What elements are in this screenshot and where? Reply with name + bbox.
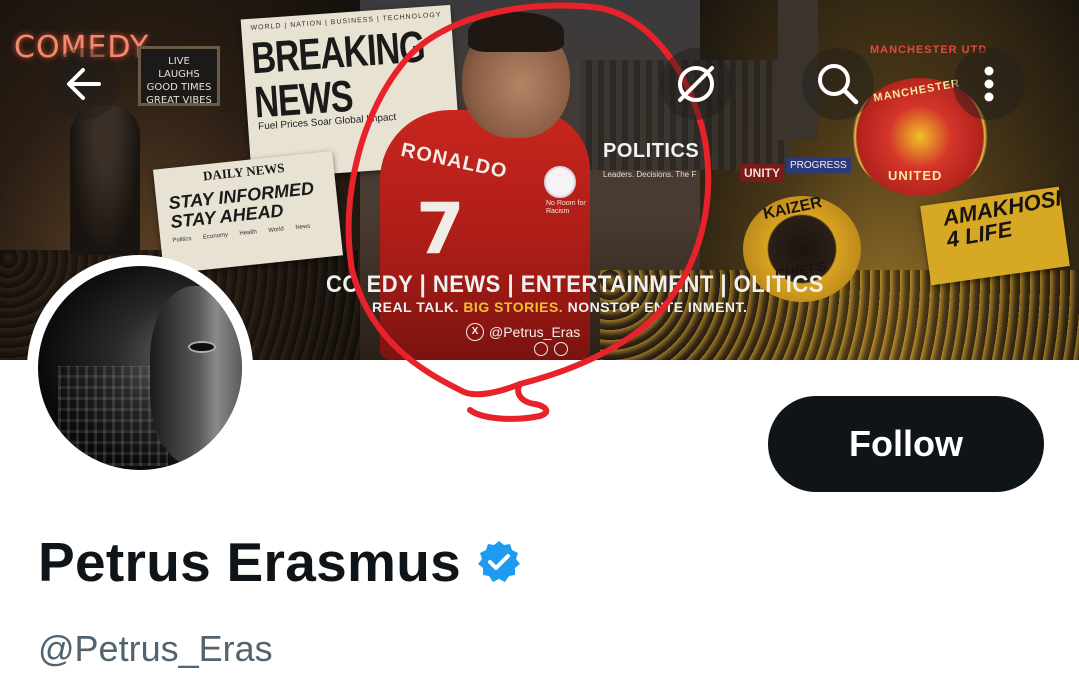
paper-headline: BREAKING NEWS <box>249 22 427 128</box>
shirt-number: 7 <box>416 188 465 270</box>
grok-button[interactable] <box>660 48 732 120</box>
verified-badge-icon[interactable] <box>475 538 523 586</box>
man-utd-crest-bottom-text: UNITED <box>888 168 943 183</box>
banner-tagline: CO EDY | NEWS | ENTERTAINMENT | OLITICS <box>326 270 824 298</box>
sub-part: NONSTOP ENTE INMENT. <box>563 299 748 315</box>
comedian-figure <box>70 105 140 255</box>
display-name: Petrus Erasmus <box>38 530 523 594</box>
chalkboard-line: GOOD TIMES <box>146 82 212 93</box>
user-handle: @Petrus_Eras <box>38 628 273 669</box>
avatar[interactable] <box>38 266 242 470</box>
chalkboard-line: LIVE <box>168 56 190 67</box>
chalkboard-sign: LIVE LAUGHS GOOD TIMES GREAT VIBES <box>138 46 220 106</box>
avatar-eye <box>188 341 216 353</box>
banner-handle: X @Petrus_Eras <box>466 323 580 341</box>
shirt-badge-text: No Room for Racism <box>546 200 586 215</box>
arrow-left-icon <box>67 68 101 100</box>
avatar-face <box>150 286 242 466</box>
sub-part: REAL TALK. <box>372 299 464 315</box>
x-logo-icon: X <box>466 323 484 341</box>
social-icons <box>534 342 568 356</box>
more-vertical-icon <box>984 66 994 102</box>
instagram-icon <box>534 342 548 356</box>
sub-accent: BIG STORIES. <box>463 299 564 315</box>
unity-sign: UNITY <box>740 164 784 182</box>
grok-icon <box>678 66 714 102</box>
chalkboard-line: GREAT VIBES <box>146 95 212 106</box>
banner-handle-text: @Petrus_Eras <box>489 324 581 340</box>
display-name-text: Petrus Erasmus <box>38 531 462 593</box>
banner-subtagline: REAL TALK. BIG STORIES. NONSTOP ENTE INM… <box>372 299 747 315</box>
chalkboard-line: LAUGHS <box>158 69 200 80</box>
search-icon <box>818 64 859 105</box>
footballer-hair <box>468 12 564 52</box>
back-button[interactable] <box>48 48 120 120</box>
follow-button[interactable]: Follow <box>768 396 1044 492</box>
politics-title: POLITICS <box>603 140 700 162</box>
progress-sign: PROGRESS <box>786 158 851 173</box>
youtube-icon <box>554 342 568 356</box>
search-button[interactable] <box>802 48 874 120</box>
daily-news-paper: DAILY NEWS STAY INFORMED STAY AHEAD Poli… <box>153 150 343 275</box>
politics-subtitle: Leaders. Decisions. The F <box>603 170 697 179</box>
more-options-button[interactable] <box>953 48 1025 120</box>
premier-league-badge <box>544 166 576 198</box>
